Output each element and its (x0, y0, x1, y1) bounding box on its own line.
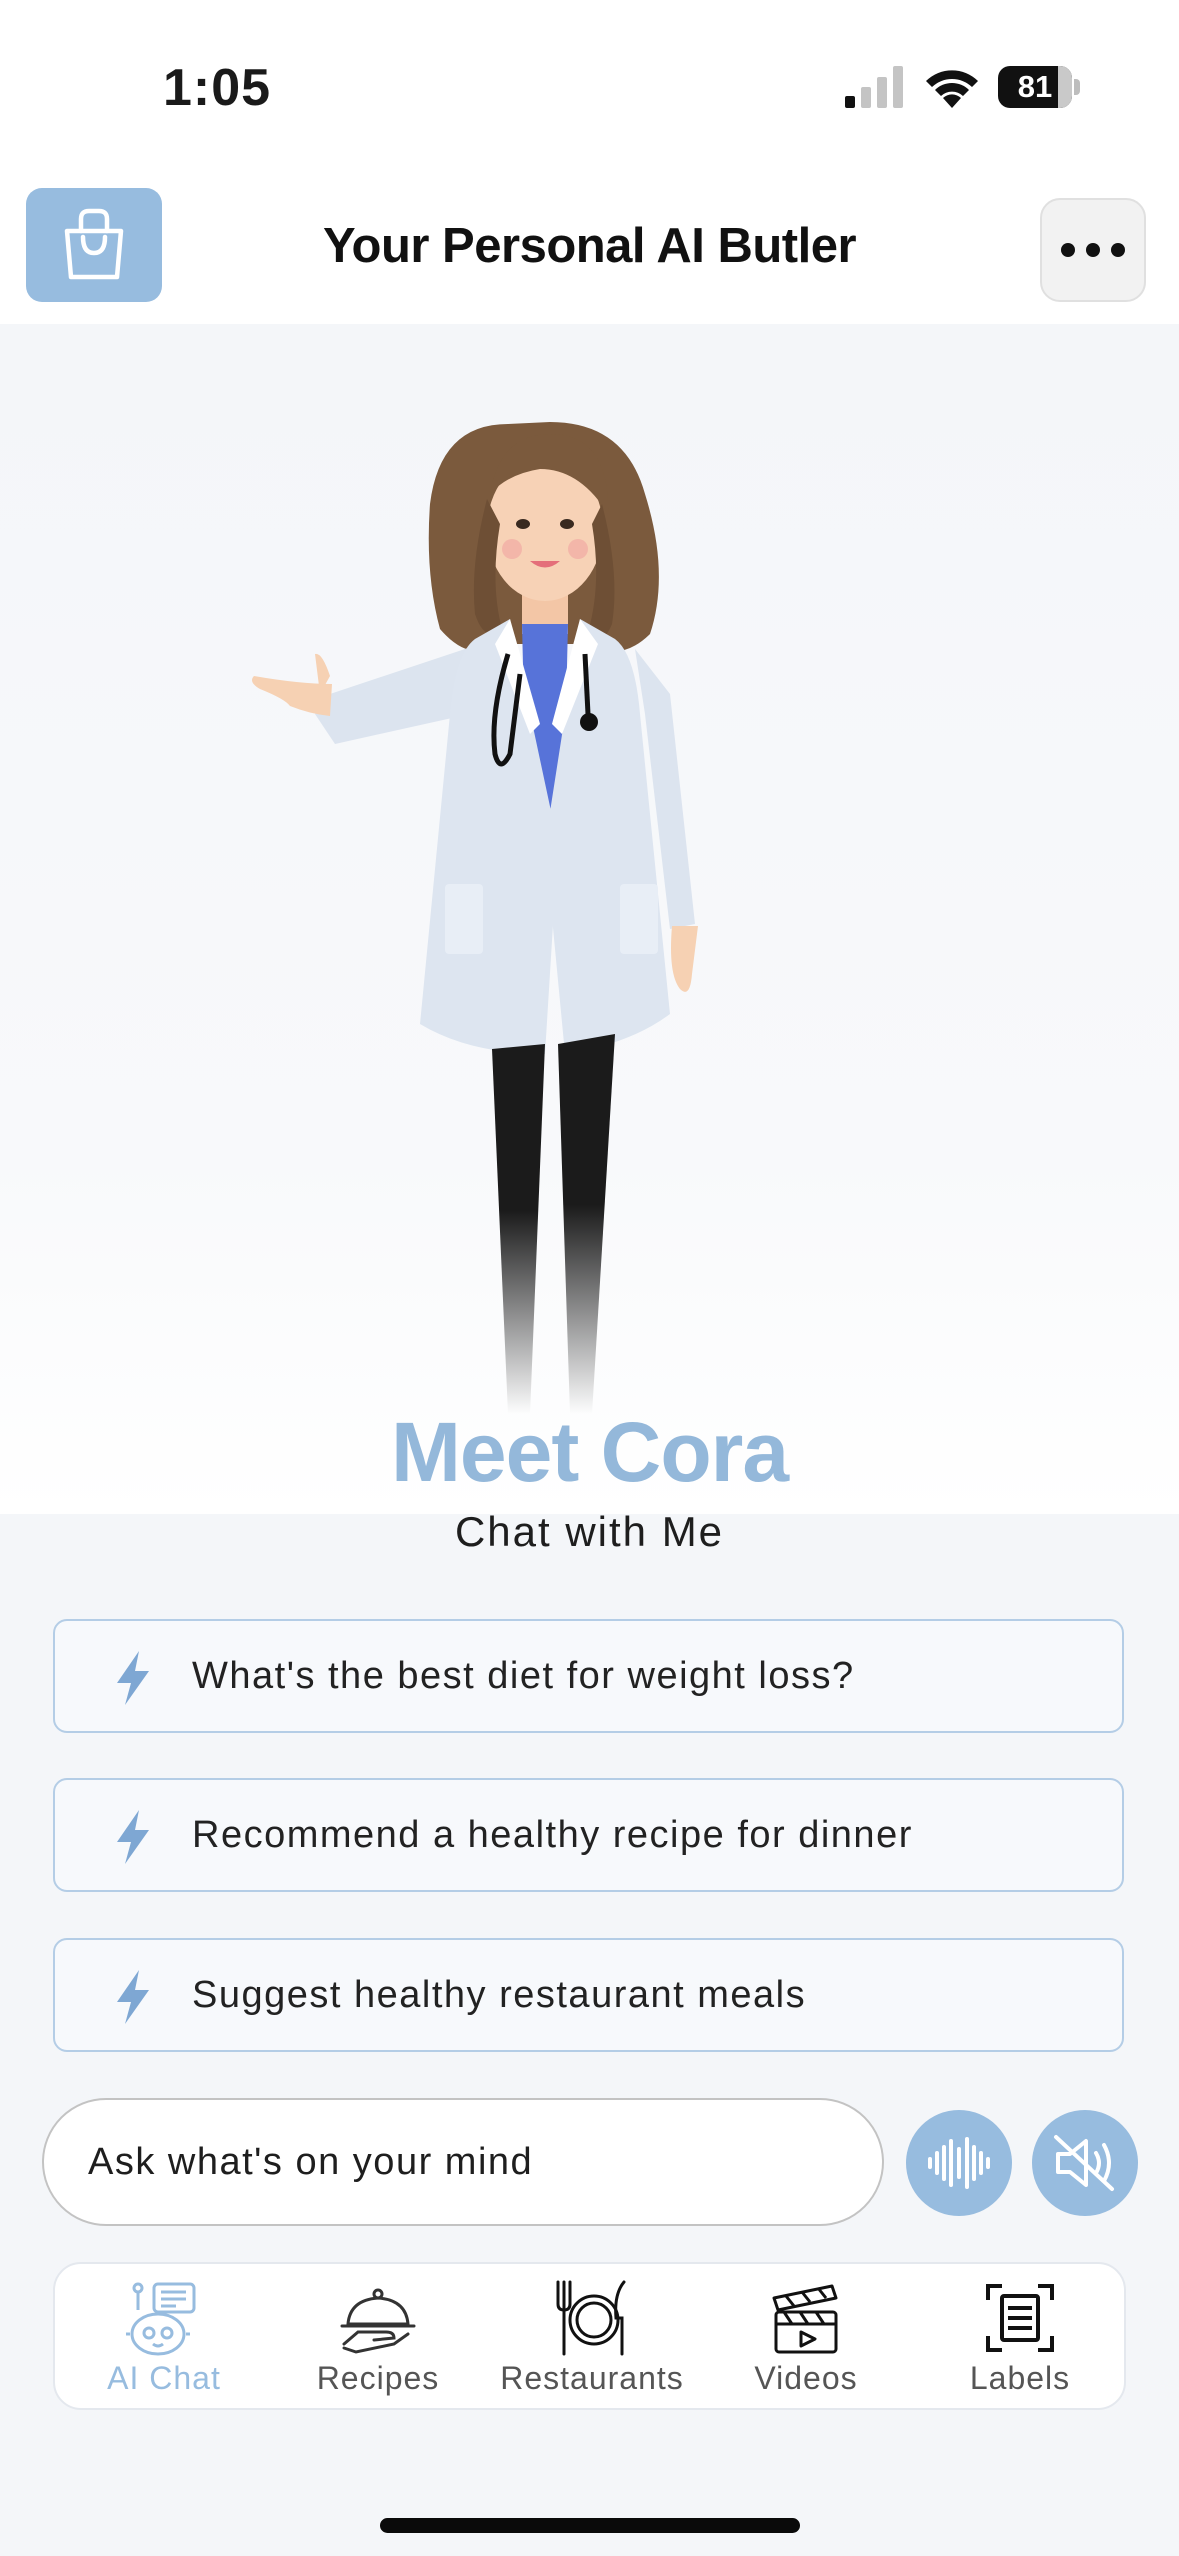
bottom-tab-bar: AI Chat Recipes Restaurants Videos Label… (53, 2262, 1126, 2410)
bolt-icon (117, 1970, 149, 2024)
tab-videos[interactable]: Videos (699, 2264, 913, 2412)
speaker-muted-icon (1054, 2135, 1114, 2191)
battery-percentage: 81 (1017, 69, 1053, 104)
status-bar: 1:05 81 (0, 0, 1179, 170)
battery-indicator: 81 (998, 66, 1080, 108)
bolt-icon (117, 1651, 149, 1705)
shopping-bag-button[interactable] (26, 188, 162, 302)
voice-input-button[interactable] (906, 2110, 1012, 2216)
tab-label: Labels (969, 2360, 1071, 2396)
voice-wave-icon (928, 2137, 990, 2189)
tab-recipes[interactable]: Recipes (271, 2264, 485, 2412)
more-dots-icon (1061, 243, 1125, 257)
tab-label: Recipes (316, 2360, 440, 2396)
suggestion-label: Recommend a healthy recipe for dinner (192, 1814, 913, 1856)
suggestion-chip[interactable]: Recommend a healthy recipe for dinner (53, 1778, 1124, 1892)
assistant-name-title: Meet Cora (390, 1405, 789, 1499)
assistant-subtitle: Chat with Me (454, 1508, 725, 1555)
tab-restaurants[interactable]: Restaurants (485, 2264, 699, 2412)
shopping-bag-icon (64, 208, 124, 280)
suggestion-label: What's the best diet for weight loss? (192, 1655, 855, 1697)
suggestion-chip[interactable]: What's the best diet for weight loss? (53, 1619, 1124, 1733)
chat-input[interactable] (88, 2100, 848, 2224)
status-time: 1:05 (163, 59, 272, 117)
tab-label: Restaurants (500, 2360, 684, 2396)
suggestion-chip[interactable]: Suggest healthy restaurant meals (53, 1938, 1124, 2052)
cloche-icon (340, 2288, 416, 2354)
tab-label: AI Chat (107, 2360, 221, 2396)
bolt-icon (117, 1810, 149, 1864)
tab-labels[interactable]: Labels (913, 2264, 1127, 2412)
page-title: Your Personal AI Butler (322, 219, 857, 273)
robot-chat-icon (126, 2282, 196, 2356)
plate-cutlery-icon (556, 2280, 626, 2356)
tab-ai-chat[interactable]: AI Chat (57, 2264, 271, 2412)
cellular-signal-icon (845, 66, 903, 108)
scan-label-icon (986, 2284, 1054, 2352)
more-options-button[interactable] (1040, 198, 1146, 302)
chat-input-container[interactable] (42, 2098, 884, 2226)
tab-label: Videos (754, 2360, 858, 2396)
mute-audio-button[interactable] (1032, 2110, 1138, 2216)
assistant-hero: Meet Cora (0, 324, 1179, 1514)
suggestion-label: Suggest healthy restaurant meals (192, 1974, 807, 2016)
wifi-icon (926, 70, 978, 108)
clapperboard-icon (772, 2284, 838, 2354)
app-header: Your Personal AI Butler (0, 170, 1179, 324)
assistant-avatar (252, 422, 698, 1414)
home-indicator[interactable] (380, 2518, 800, 2533)
